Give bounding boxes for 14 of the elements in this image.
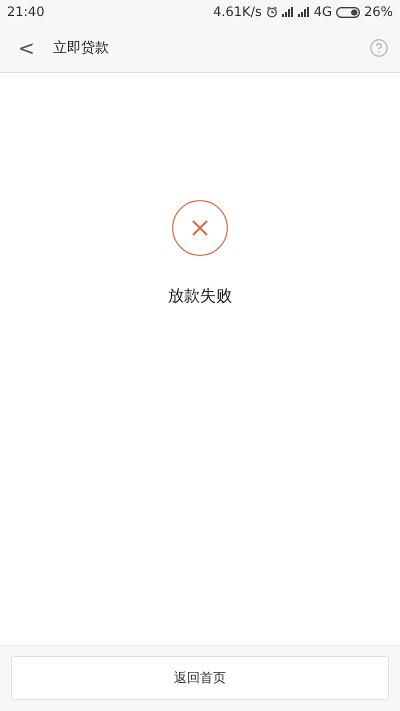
network-type: 4G [314, 4, 332, 20]
battery-icon [336, 6, 360, 18]
alarm-clock-icon [266, 6, 278, 18]
result-title: 放款失败 [168, 286, 232, 307]
help-icon[interactable] [370, 39, 388, 57]
home-button[interactable]: 返回首页 [11, 656, 389, 700]
back-button[interactable]: < [12, 36, 41, 60]
signal-icon [282, 7, 294, 17]
signal-icon [298, 7, 310, 17]
clock: 21:40 [7, 4, 44, 20]
network-speed: 4.61K/s [213, 4, 262, 20]
battery-level: 26% [364, 4, 393, 20]
page-title: 立即贷款 [52, 39, 110, 57]
failure-icon [172, 200, 228, 256]
